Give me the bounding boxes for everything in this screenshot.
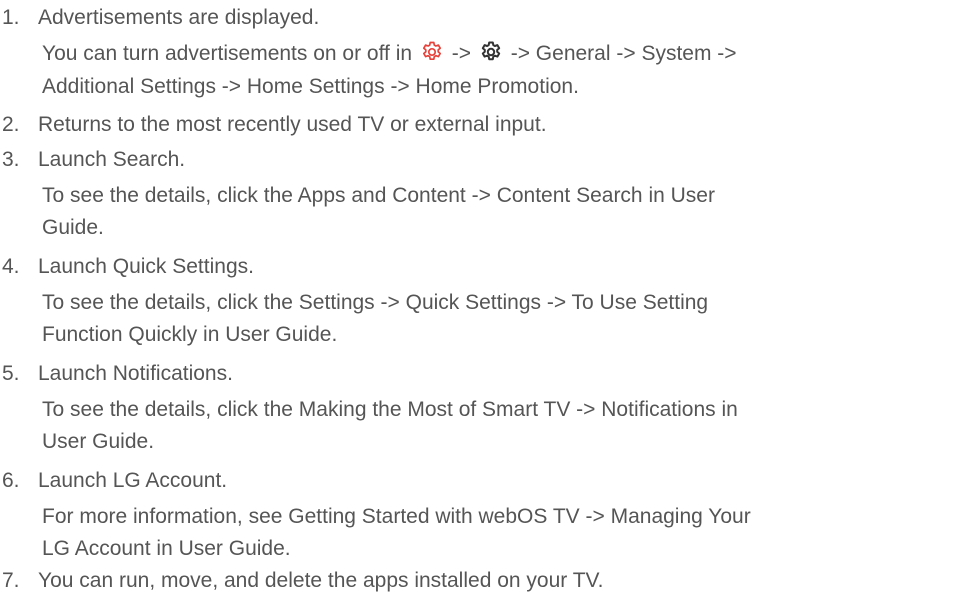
detail-text: Additional Settings -> Home Settings -> … (42, 75, 579, 98)
detail-text: -> General -> System -> (510, 42, 737, 65)
list-item-5-title: 5. Launch Notifications. (0, 359, 233, 389)
list-item-number: 6. (2, 469, 20, 492)
list-item-title: Launch Notifications. (38, 362, 233, 385)
list-item-number: 1. (2, 6, 20, 29)
list-item-4-detail-2: Function Quickly in User Guide. (0, 320, 337, 350)
gear-icon (420, 40, 444, 64)
arrow-text: -> (451, 42, 472, 65)
detail-text: To see the details, click the Making the… (42, 398, 738, 421)
detail-text: LG Account in User Guide. (42, 537, 291, 560)
detail-text: User Guide. (42, 430, 155, 453)
list-item-4-detail: To see the details, click the Settings -… (0, 288, 708, 318)
list-item-1-title: 1. Advertisements are displayed. (0, 3, 319, 33)
list-item-6-title: 6. Launch LG Account. (0, 466, 227, 496)
detail-text: You can turn advertisements on or off in (42, 42, 413, 65)
list-item-number: 3. (2, 148, 20, 171)
detail-text: For more information, see Getting Starte… (42, 505, 751, 528)
list-item-4-title: 4. Launch Quick Settings. (0, 252, 254, 282)
list-item-number: 7. (2, 569, 20, 592)
detail-text: Guide. (42, 216, 104, 239)
list-item-1-detail-2: Additional Settings -> Home Settings -> … (0, 72, 579, 102)
list-item-2-title: 2. Returns to the most recently used TV o… (0, 110, 547, 140)
list-item-5-detail-2: User Guide. (0, 427, 154, 457)
list-item-3-title: 3. Launch Search. (0, 145, 185, 175)
list-item-number: 4. (2, 255, 20, 278)
detail-text: Function Quickly in User Guide. (42, 323, 338, 346)
list-item-title: You can run, move, and delete the apps i… (38, 569, 604, 592)
list-item-number: 2. (2, 113, 20, 136)
list-item-title: Launch LG Account. (38, 469, 228, 492)
list-item-3-detail-2: Guide. (0, 213, 104, 243)
list-item-number: 5. (2, 362, 20, 385)
list-item-5-detail: To see the details, click the Making the… (0, 395, 738, 425)
list-item-title: Advertisements are displayed. (38, 6, 320, 29)
list-item-6-detail: For more information, see Getting Starte… (0, 502, 751, 532)
list-item-title: Launch Search. (38, 148, 186, 171)
gear-icon (479, 40, 503, 64)
detail-text: To see the details, click the Settings -… (42, 291, 709, 314)
list-item-title: Returns to the most recently used TV or … (38, 113, 547, 136)
list-item-6-detail-2: LG Account in User Guide. (0, 534, 291, 564)
detail-text: To see the details, click the Apps and C… (42, 184, 715, 207)
list-item-title: Launch Quick Settings. (38, 255, 254, 278)
list-item-7-title: 7. You can run, move, and delete the apps… (0, 566, 603, 596)
list-item-3-detail: To see the details, click the Apps and C… (0, 181, 715, 211)
list-item-1-detail: You can turn advertisements on or off in… (0, 39, 737, 69)
